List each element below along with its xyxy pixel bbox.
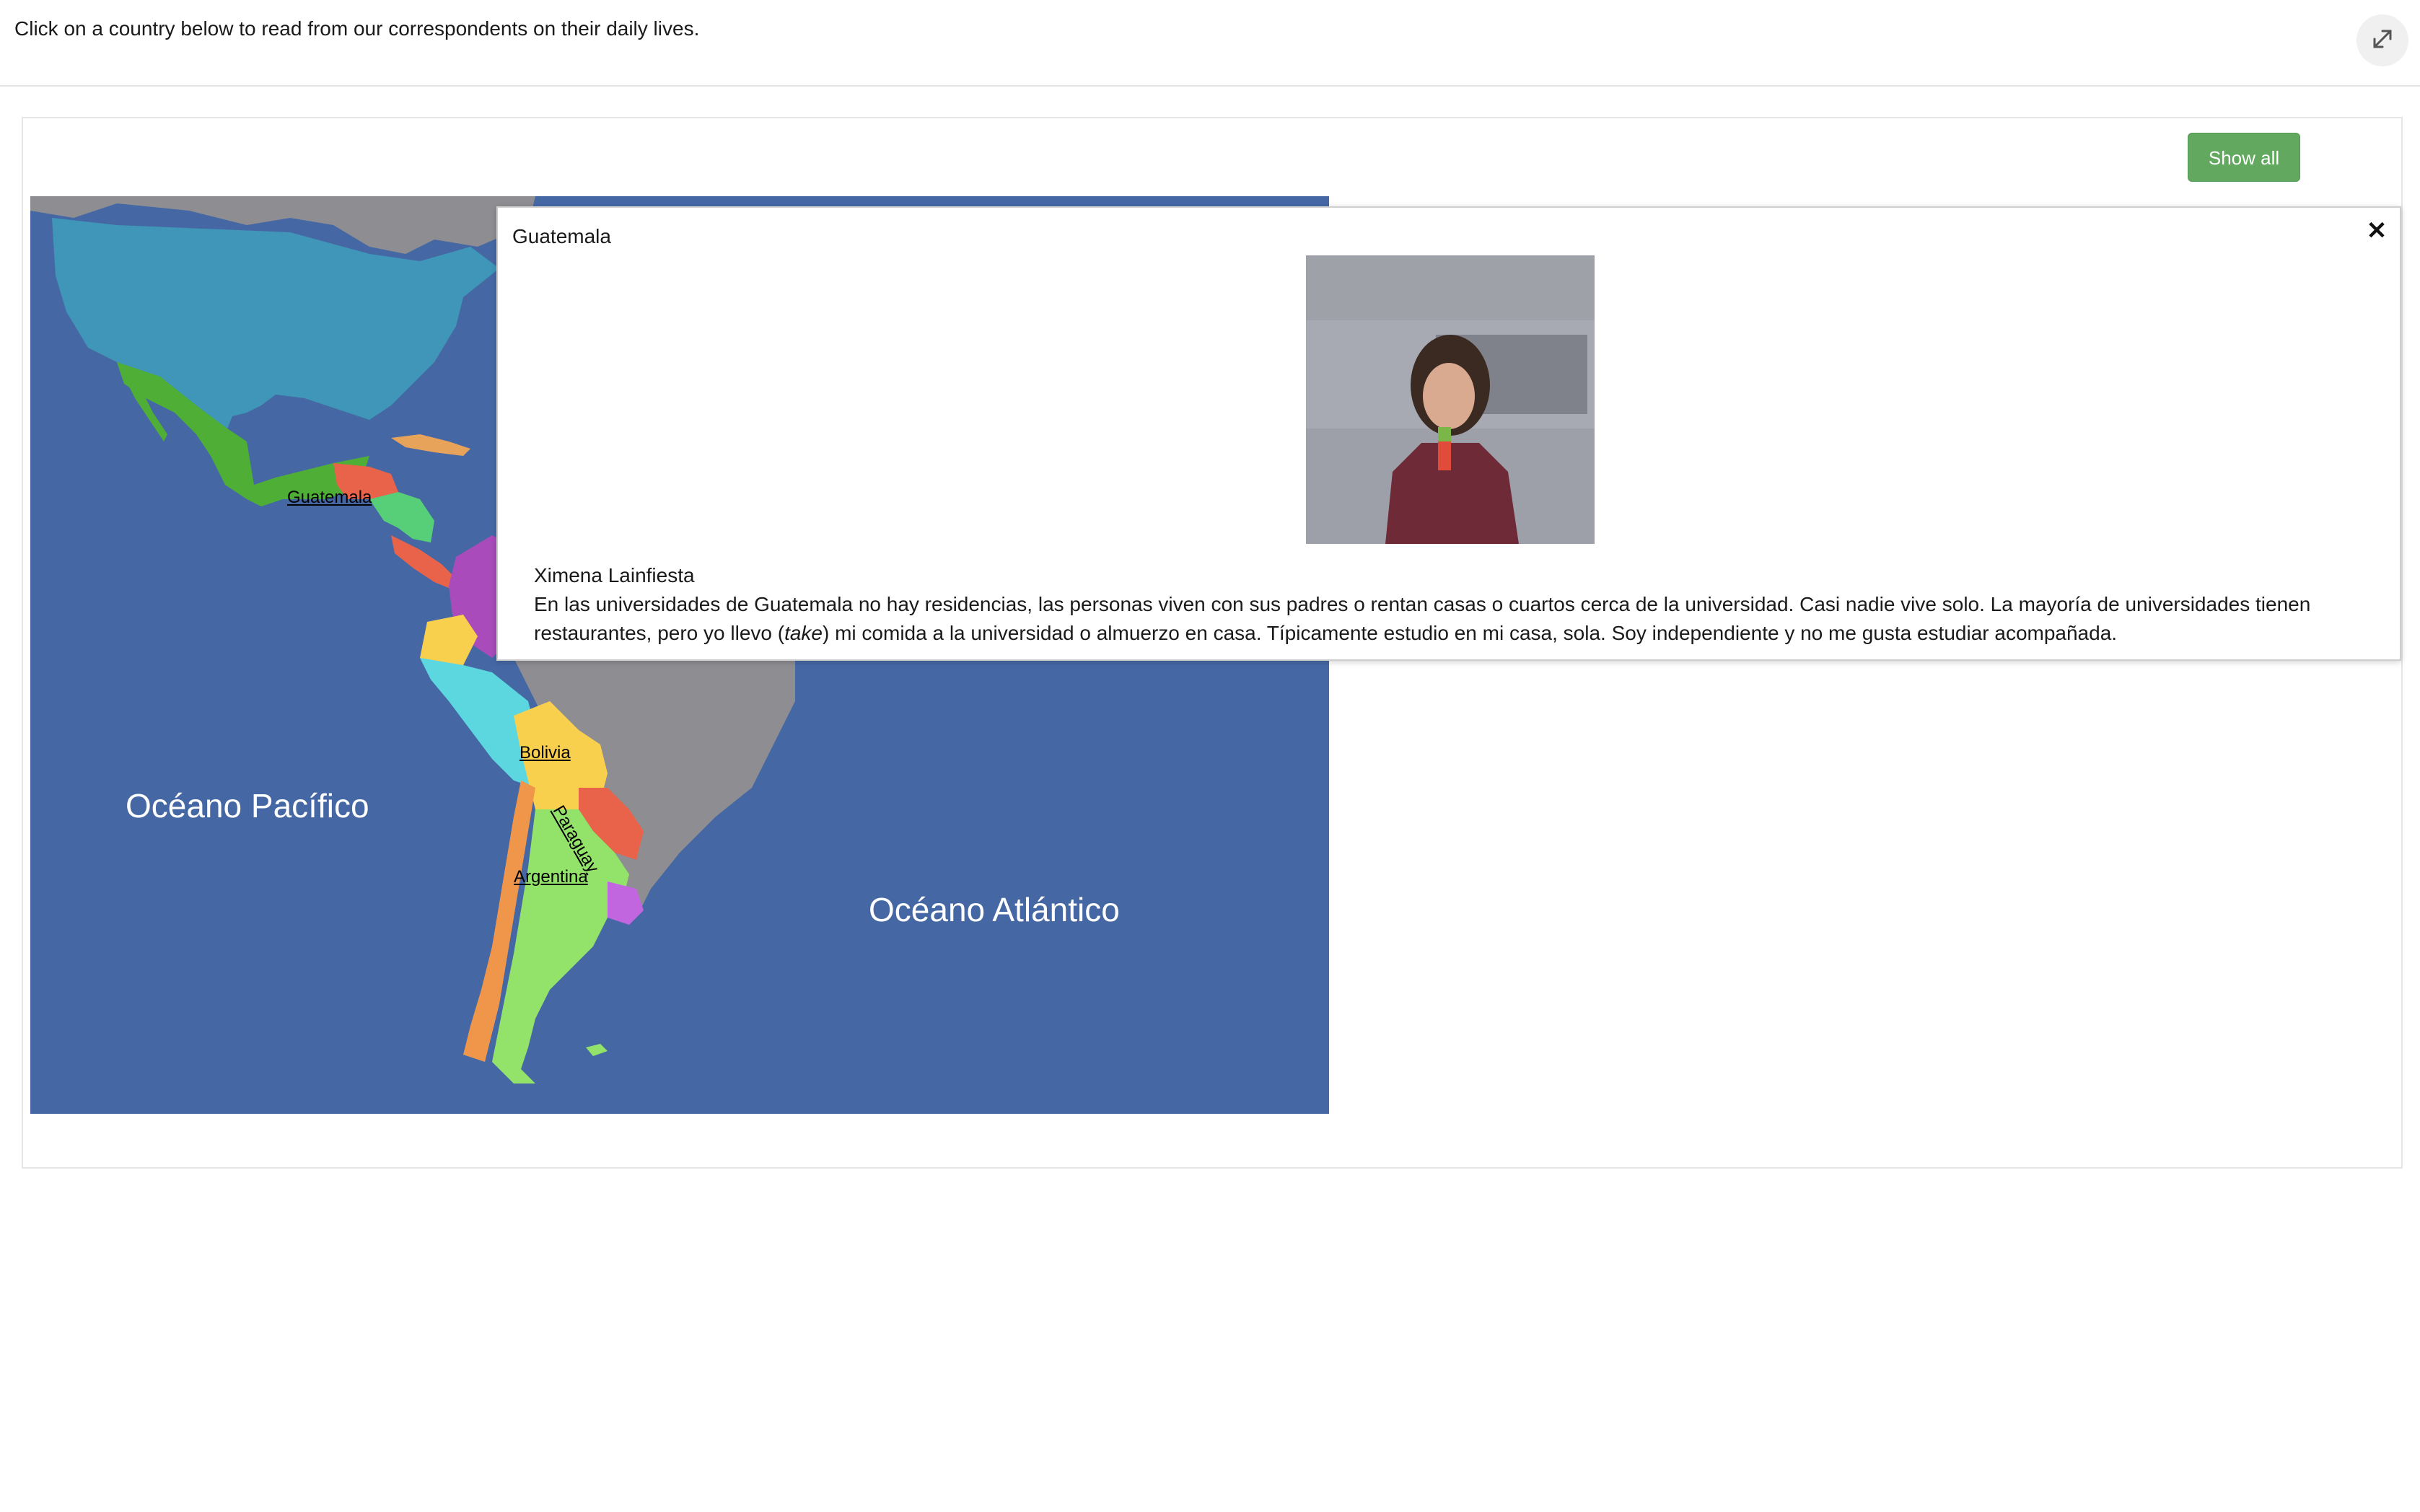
country-popup: Guatemala ✕ Ximena Lainfiesta En las uni… [496,206,2401,661]
popup-title: Guatemala [512,225,611,247]
country-link-bolivia[interactable]: Bolivia [519,743,571,763]
close-icon[interactable]: ✕ [2362,216,2391,245]
instructions-text: Click on a country below to read from ou… [14,17,700,40]
show-all-button[interactable]: Show all [2188,133,2300,182]
fullscreen-button[interactable] [2357,14,2408,66]
ocean-label-atlantic: Océano Atlántico [869,891,1120,928]
expand-arrows-icon [2368,25,2397,57]
correspondent-photo [1306,255,1595,544]
top-bar: Click on a country below to read from ou… [0,0,2420,87]
country-link-guatemala[interactable]: Guatemala [287,488,372,508]
ocean-label-pacific: Océano Pacífico [126,787,369,825]
correspondent-story: En las universidades de Guatemala no hay… [534,593,2311,644]
country-link-argentina[interactable]: Argentina [514,867,588,887]
correspondent-name: Ximena Lainfiesta [534,564,695,586]
